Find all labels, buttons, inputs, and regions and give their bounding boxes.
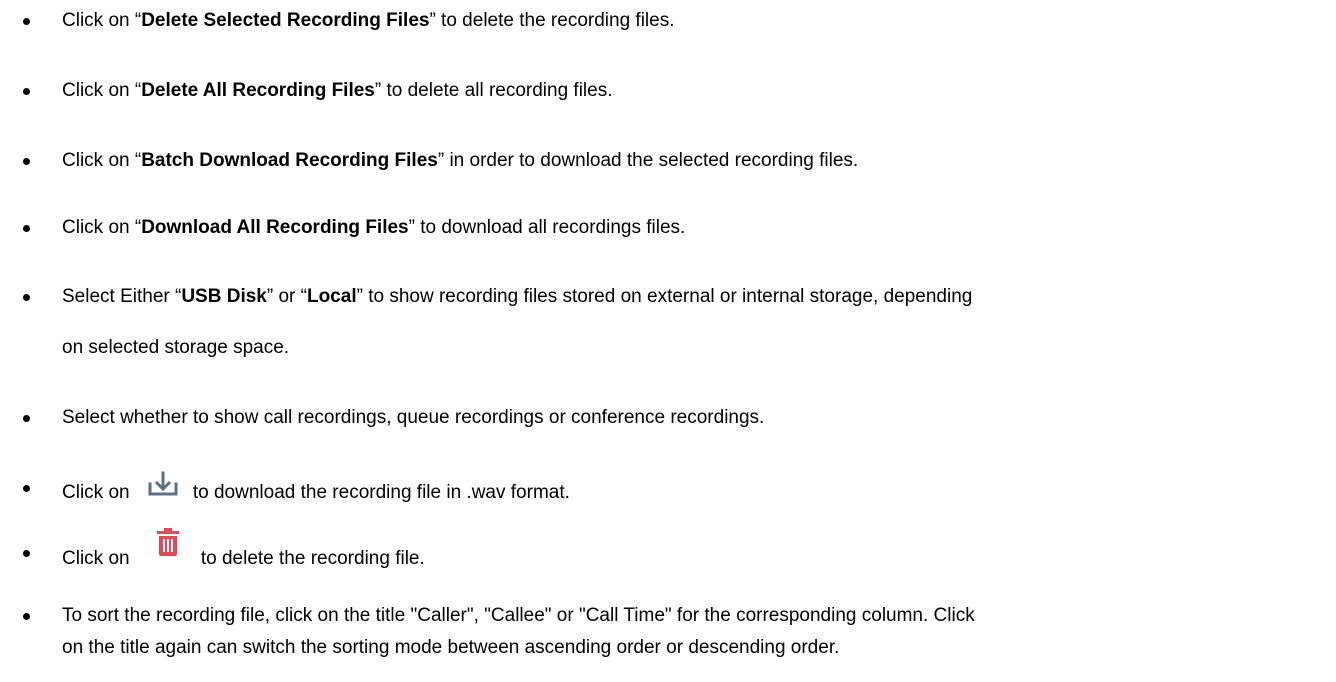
text-segment: ” to delete all recording files. xyxy=(374,80,613,101)
bold-term: Delete Selected Recording Files xyxy=(141,10,430,31)
bullet xyxy=(23,88,30,95)
list-item-text: Click on to delete the recording file. xyxy=(62,528,1316,576)
list-item-text: Click on “Delete Selected Recording File… xyxy=(62,10,1316,32)
text-segment: ” to download all recordings files. xyxy=(408,217,686,238)
list-item-text: To sort the recording file, click on the… xyxy=(62,605,1316,627)
bold-term: Download All Recording Files xyxy=(141,217,409,238)
bullet xyxy=(23,225,30,232)
text-segment: on the title again can switch the sortin… xyxy=(62,637,840,658)
bold-term: Batch Download Recording Files xyxy=(141,150,438,171)
download-icon xyxy=(147,471,179,503)
list-item-text: Click on “Download All Recording Files” … xyxy=(62,217,1316,239)
list-item-text-continued: on the title again can switch the sortin… xyxy=(62,637,1316,659)
text-segment: Click on xyxy=(62,548,130,570)
bold-term: Delete All Recording Files xyxy=(141,80,375,101)
list-item-text: Click on “Batch Download Recording Files… xyxy=(62,150,1316,172)
text-segment: Select whether to show call recordings, … xyxy=(62,407,765,428)
text-segment: To sort the recording file, click on the… xyxy=(62,605,975,626)
bullet xyxy=(23,550,30,557)
text-segment: Click on “ xyxy=(62,80,142,101)
text-segment: ” or “ xyxy=(266,286,307,307)
text-segment: ” to show recording files stored on exte… xyxy=(356,286,973,307)
list-item-text: Select whether to show call recordings, … xyxy=(62,407,1316,429)
text-segment: Click on “ xyxy=(62,150,142,171)
list-item-text-continued: on selected storage space. xyxy=(62,337,1316,359)
text-segment: to download the recording file in .wav f… xyxy=(192,482,570,504)
bold-term: Local xyxy=(306,286,357,307)
bullet xyxy=(23,613,30,620)
bullet xyxy=(23,18,30,25)
bullet xyxy=(23,415,30,422)
bold-term: USB Disk xyxy=(181,286,267,307)
text-segment: Click on “ xyxy=(62,10,142,31)
text-segment: ” in order to download the selected reco… xyxy=(437,150,859,171)
bullet xyxy=(23,485,30,492)
bullet xyxy=(23,294,30,301)
text-segment: ” to delete the recording files. xyxy=(429,10,675,31)
text-segment: Select Either “ xyxy=(62,286,182,307)
text-segment: to delete the recording file. xyxy=(200,548,425,570)
text-segment: Click on “ xyxy=(62,217,142,238)
trash-icon xyxy=(156,528,179,562)
bullet xyxy=(23,158,30,165)
text-segment: Click on xyxy=(62,482,130,504)
list-item-text: Click on to download the recording file … xyxy=(62,471,1316,509)
text-segment: on selected storage space. xyxy=(62,337,290,358)
list-item-text: Select Either “USB Disk” or “Local” to s… xyxy=(62,286,1316,308)
list-item-text: Click on “Delete All Recording Files” to… xyxy=(62,80,1316,102)
